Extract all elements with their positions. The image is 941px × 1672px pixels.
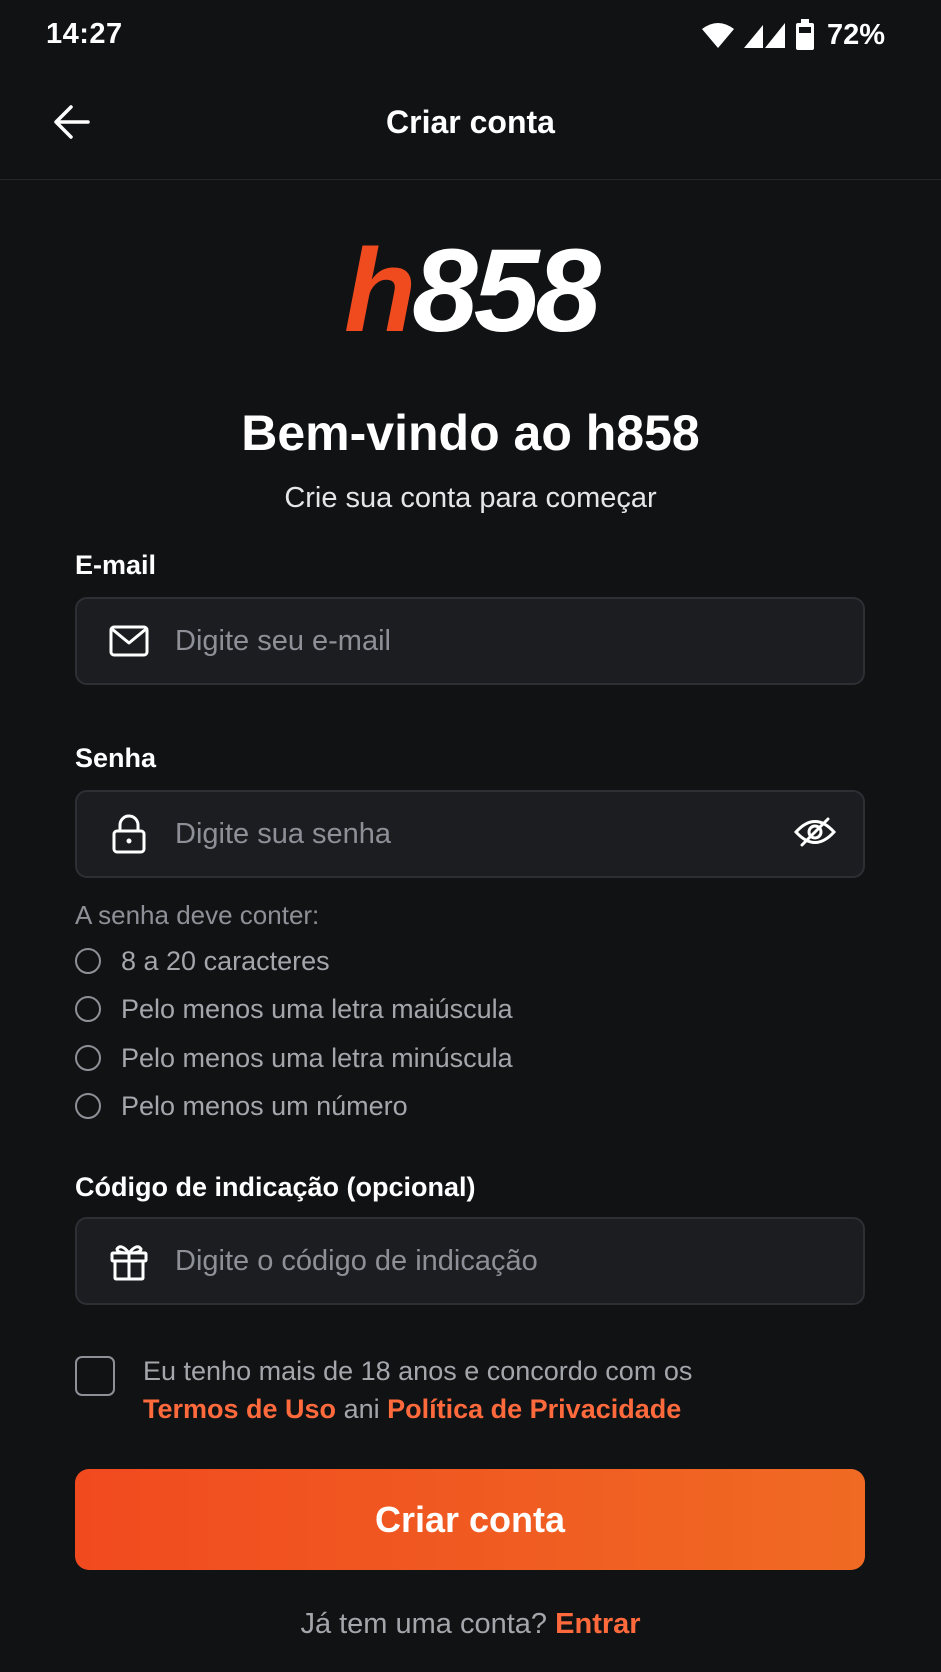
email-label: E-mail xyxy=(75,550,157,580)
circle-outline-icon xyxy=(75,996,101,1022)
mail-icon xyxy=(107,619,151,663)
logo-accent: h xyxy=(344,225,416,357)
create-account-button[interactable]: Criar conta xyxy=(75,1469,865,1570)
terms-text: Eu tenho mais de 18 anos e concordo com … xyxy=(143,1356,693,1424)
password-input[interactable] xyxy=(175,804,785,864)
app-header: Criar conta xyxy=(0,72,941,180)
status-time: 14:27 xyxy=(46,18,123,50)
password-rule: Pelo menos uma letra maiúscula xyxy=(75,992,513,1026)
welcome-subtitle: Crie sua conta para começar xyxy=(284,482,657,514)
welcome-title: Bem-vindo ao h858 xyxy=(241,405,700,461)
terms-connector: ani xyxy=(343,1394,380,1424)
privacy-policy-link[interactable]: Política de Privacidade xyxy=(387,1394,681,1424)
gift-icon xyxy=(107,1239,151,1283)
eye-icon xyxy=(793,817,837,852)
terms-of-use-link[interactable]: Termos de Uso xyxy=(143,1394,336,1424)
toggle-password-visibility-button[interactable] xyxy=(785,804,845,864)
brand-logo: h858 xyxy=(0,232,941,350)
password-rule: Pelo menos uma letra minúscula xyxy=(75,1041,513,1075)
signal-icon xyxy=(743,21,787,49)
circle-outline-icon xyxy=(75,1045,101,1071)
circle-outline-icon xyxy=(75,1093,101,1119)
password-rule: 8 a 20 caracteres xyxy=(75,944,330,978)
password-rule: Pelo menos um número xyxy=(75,1089,408,1123)
referral-label: Código de indicação (opcional) xyxy=(75,1172,476,1202)
email-input[interactable] xyxy=(175,611,863,671)
circle-outline-icon xyxy=(75,948,101,974)
battery-icon xyxy=(795,19,815,51)
terms-agreement: Eu tenho mais de 18 anos e concordo com … xyxy=(75,1352,865,1432)
login-link[interactable]: Entrar xyxy=(555,1608,640,1640)
password-rules-title: A senha deve conter: xyxy=(75,900,320,930)
referral-field-container[interactable] xyxy=(75,1217,865,1305)
wifi-icon xyxy=(701,21,735,49)
logo-main: 858 xyxy=(412,225,601,357)
password-label: Senha xyxy=(75,743,157,773)
email-field-container[interactable] xyxy=(75,597,865,685)
signup-screen: 14:27 72% Criar conta h858 Bem-vindo ao … xyxy=(0,0,941,1672)
page-title: Criar conta xyxy=(386,104,555,140)
status-bar: 14:27 72% xyxy=(0,0,941,72)
battery-percentage: 72% xyxy=(826,18,885,51)
login-prompt: Já tem uma conta? Entrar xyxy=(300,1608,641,1640)
age-terms-checkbox[interactable] xyxy=(75,1356,115,1396)
password-field-container[interactable] xyxy=(75,790,865,878)
referral-code-input[interactable] xyxy=(175,1231,863,1291)
lock-icon xyxy=(107,812,151,856)
status-icons: 72% xyxy=(701,18,885,52)
